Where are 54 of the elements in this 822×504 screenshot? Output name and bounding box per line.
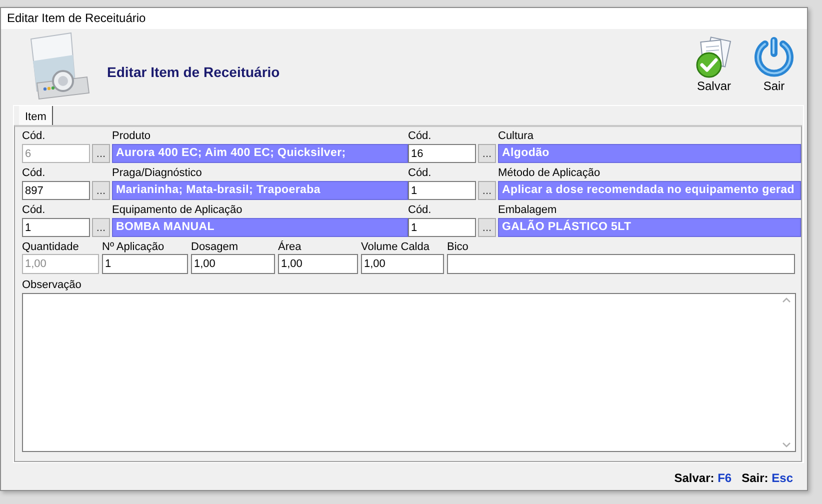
name-field: Aplicar a dose recomendada no equipamento gerad	[498, 181, 801, 200]
exit-button[interactable]: Sair	[751, 35, 797, 93]
code-field[interactable]: 1	[408, 218, 476, 237]
dialog-heading: Editar Item de Receituário	[107, 63, 281, 80]
observation-field[interactable]	[22, 293, 796, 452]
field-label: Área	[278, 241, 302, 253]
field-label: Nº Aplicação	[102, 241, 166, 253]
input-field[interactable]: 1,00	[361, 254, 444, 274]
name-field: Marianinha; Mata-brasil; Trapoeraba	[112, 181, 408, 200]
code-field[interactable]: 897	[22, 181, 90, 200]
field-label: Equipamento de Aplicação	[112, 204, 244, 216]
code-label: Cód.	[22, 130, 46, 142]
input-field[interactable]: 1,00	[191, 254, 275, 274]
code-label: Cód.	[408, 204, 432, 216]
field-label: Volume Calda	[361, 241, 430, 253]
shortcut-label: Sair:	[742, 471, 768, 485]
browse-button[interactable]: ...	[92, 181, 110, 200]
name-field: GALÃO PLÁSTICO 5LT	[498, 218, 801, 237]
browse-button[interactable]: ...	[478, 144, 496, 163]
code-field[interactable]: 1	[408, 181, 476, 200]
code-field[interactable]: 1	[22, 218, 90, 237]
scroll-up-icon[interactable]	[782, 297, 791, 303]
window-title: Editar Item de Receituário	[1, 8, 807, 29]
field-label: Dosagem	[191, 241, 240, 253]
code-label: Cód.	[22, 167, 46, 179]
name-field: Algodão	[498, 144, 801, 163]
field-label: Produto	[112, 130, 152, 142]
field-label: Bico	[447, 241, 470, 253]
shortcut-key: Esc	[772, 471, 793, 485]
field-label: Método de Aplicação	[498, 167, 602, 179]
save-button[interactable]: Salvar	[691, 35, 737, 93]
code-label: Cód.	[22, 204, 46, 216]
field-label: Observação	[22, 279, 82, 291]
power-icon	[752, 35, 796, 79]
input-field[interactable]: 1,00	[278, 254, 358, 274]
browse-button[interactable]: ...	[92, 144, 110, 163]
field-label: Quantidade	[22, 241, 80, 253]
code-label: Cód.	[408, 167, 432, 179]
code-field[interactable]: 16	[408, 144, 476, 163]
scroll-down-icon[interactable]	[782, 442, 791, 448]
field-label: Praga/Diagnóstico	[112, 167, 203, 179]
tab[interactable]: Item	[19, 106, 54, 125]
shortcut-key: F6	[718, 471, 732, 485]
browse-button[interactable]: ...	[478, 181, 496, 200]
name-field: Aurora 400 EC; Aim 400 EC; Quicksilver;	[112, 144, 408, 163]
input-field[interactable]: 1	[102, 254, 188, 274]
field-label: Embalagem	[498, 204, 558, 216]
browse-button[interactable]: ...	[478, 218, 496, 237]
shortcut-label: Salvar:	[674, 471, 714, 485]
field-label: Cultura	[498, 130, 534, 142]
code-label: Cód.	[408, 130, 432, 142]
input-field[interactable]	[447, 254, 795, 274]
name-field: BOMBA MANUAL	[112, 218, 408, 237]
browse-button[interactable]: ...	[92, 218, 110, 237]
